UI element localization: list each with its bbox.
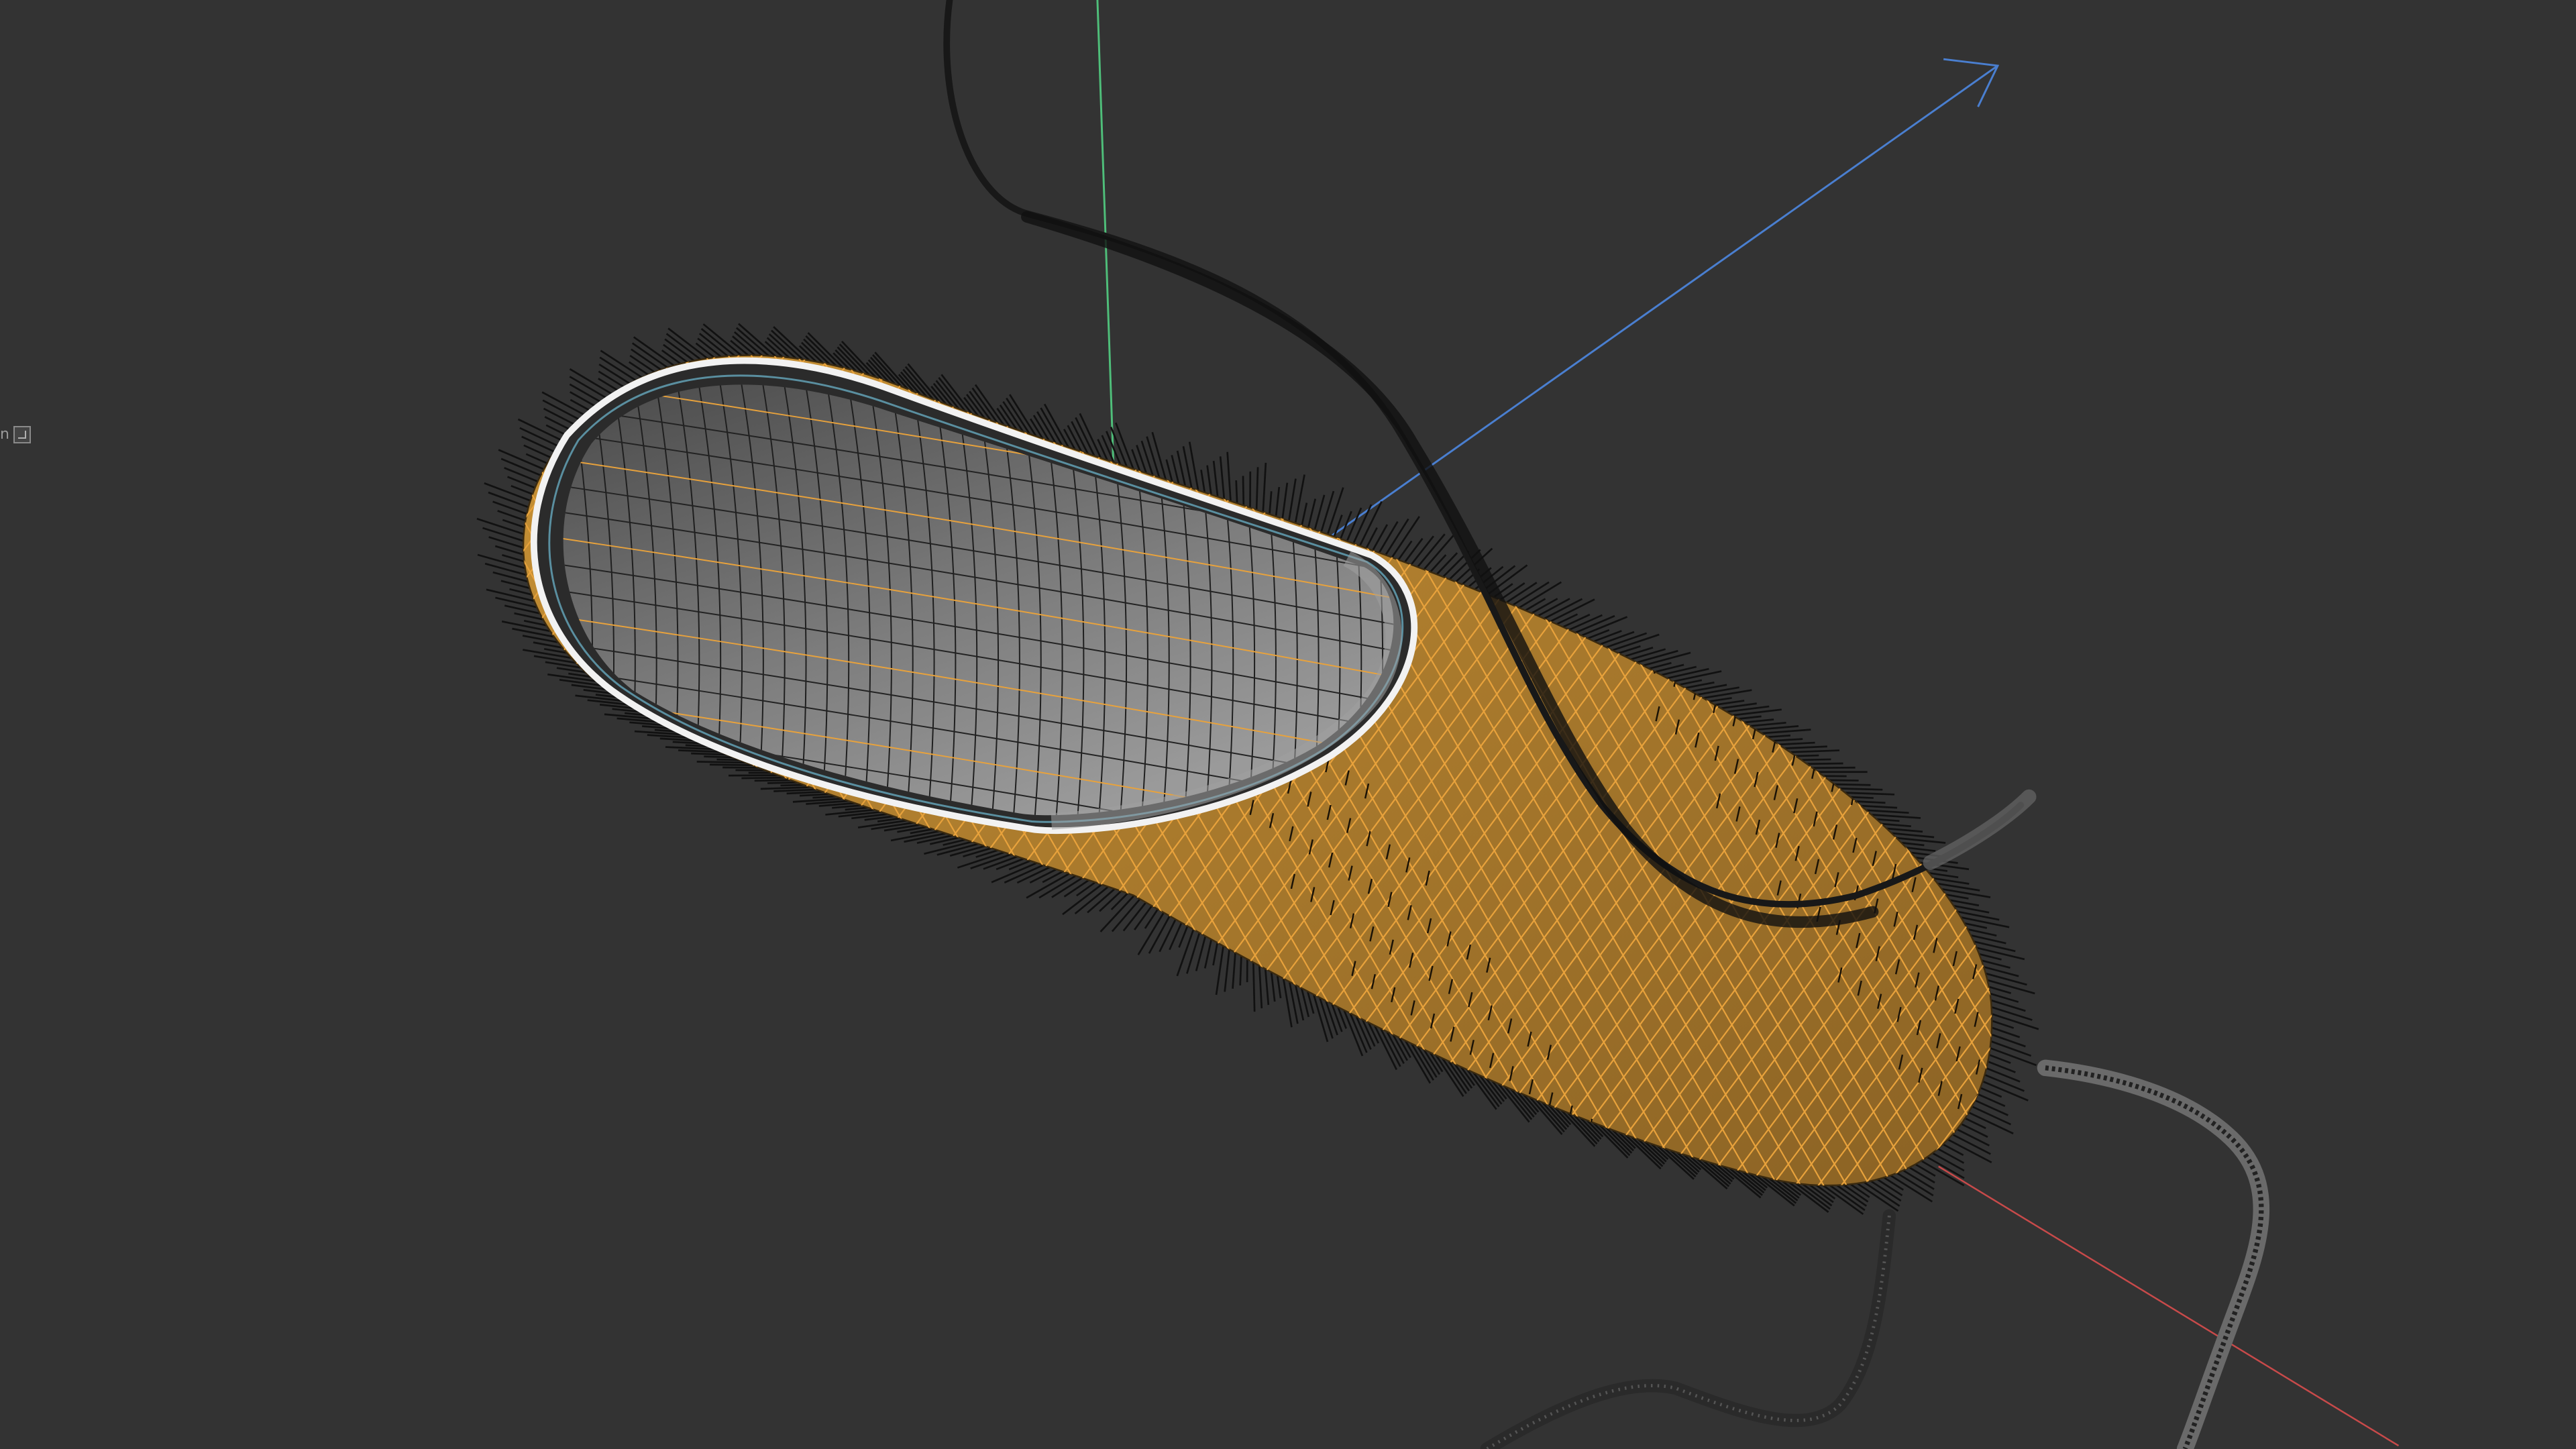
axis-x-line [1938, 1165, 2400, 1447]
panel-toggle-icon[interactable] [13, 426, 31, 443]
panel-toggle-label: n [0, 426, 9, 443]
panel-toggle[interactable]: n [0, 423, 31, 447]
viewport-scene[interactable] [0, 0, 2576, 1449]
3d-viewport[interactable]: n [0, 0, 2576, 1449]
